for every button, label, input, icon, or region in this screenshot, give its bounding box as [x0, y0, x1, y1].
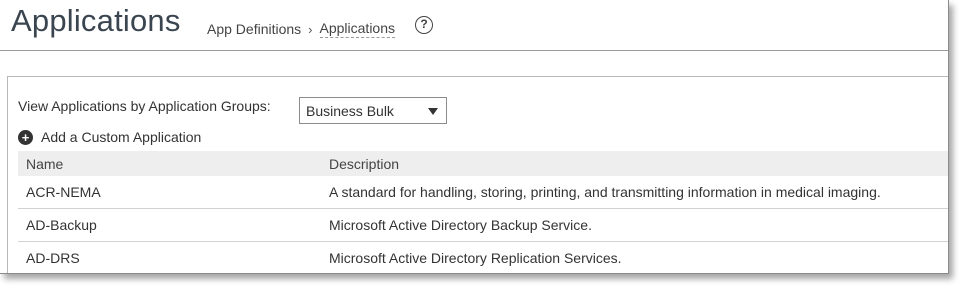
breadcrumb-separator: ›	[308, 21, 313, 37]
application-group-selected-value: Business Bulk	[306, 103, 394, 119]
add-custom-application-link[interactable]: + Add a Custom Application	[18, 129, 201, 145]
add-custom-application-label: Add a Custom Application	[41, 129, 202, 145]
table-header: Name Description	[18, 151, 948, 176]
table-row[interactable]: ACR-NEMA A standard for handling, storin…	[18, 176, 948, 209]
chevron-down-icon	[428, 108, 438, 115]
row-name: AD-Backup	[26, 217, 97, 233]
row-name: ACR-NEMA	[26, 184, 101, 200]
page-header: Applications App Definitions › Applicati…	[0, 0, 948, 51]
row-description: Microsoft Active Directory Replication S…	[329, 250, 622, 266]
column-header-name[interactable]: Name	[26, 156, 63, 172]
filter-row: View Applications by Application Groups:	[18, 98, 271, 114]
table-row[interactable]: AD-Backup Microsoft Active Directory Bac…	[18, 209, 948, 242]
table-row[interactable]: AD-DRS Microsoft Active Directory Replic…	[18, 242, 948, 273]
row-description: Microsoft Active Directory Backup Servic…	[329, 217, 592, 233]
plus-circle-icon: +	[18, 129, 33, 145]
column-header-description[interactable]: Description	[329, 156, 399, 172]
breadcrumb: App Definitions › Applications	[207, 20, 396, 38]
application-group-select[interactable]: Business Bulk	[299, 97, 447, 124]
help-icon[interactable]: ?	[415, 16, 433, 34]
applications-table: Name Description ACR-NEMA A standard for…	[18, 151, 948, 273]
page-title: Applications	[11, 3, 181, 38]
filter-label: View Applications by Application Groups:	[18, 98, 271, 114]
breadcrumb-current[interactable]: Applications	[319, 20, 396, 38]
breadcrumb-parent-link[interactable]: App Definitions	[207, 21, 301, 37]
row-name: AD-DRS	[26, 250, 80, 266]
applications-panel: View Applications by Application Groups:…	[7, 76, 948, 273]
application-window: Applications App Definitions › Applicati…	[0, 0, 949, 274]
row-description: A standard for handling, storing, printi…	[329, 184, 881, 200]
